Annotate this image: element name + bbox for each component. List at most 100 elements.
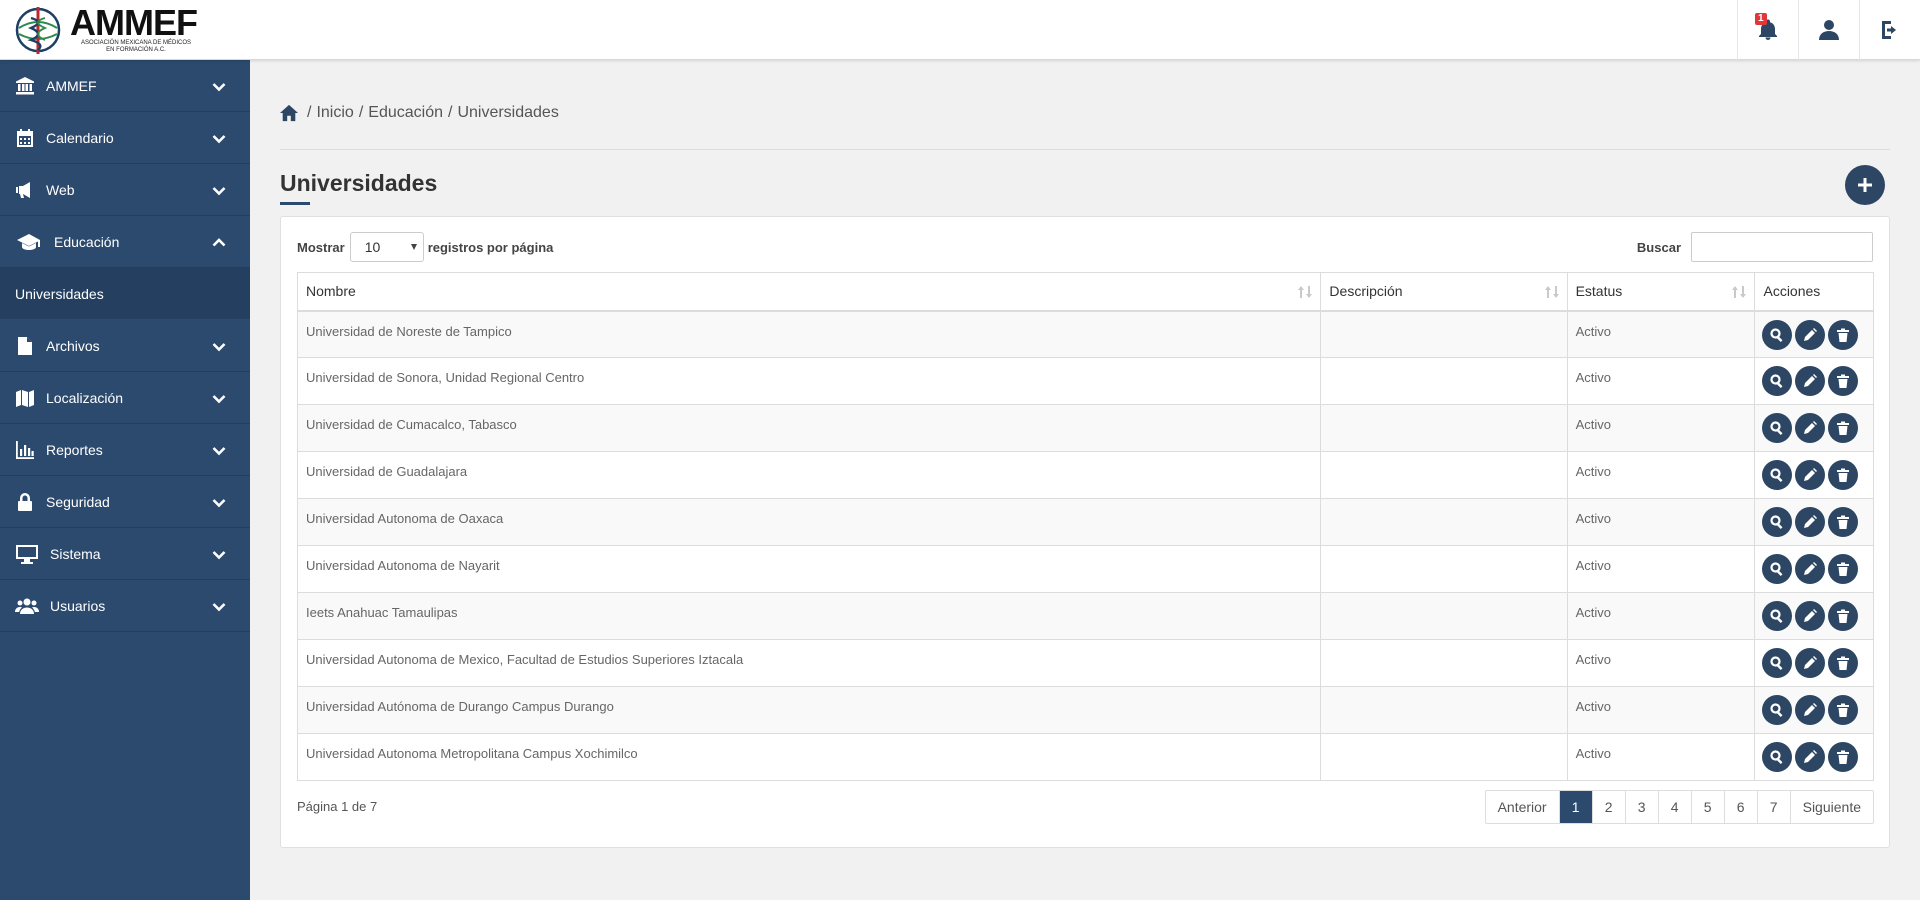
cell-estatus: Activo (1566, 404, 1756, 452)
view-button[interactable] (1762, 695, 1793, 725)
search-icon (1770, 609, 1783, 623)
profile-button[interactable] (1798, 0, 1859, 60)
cell-descripcion (1320, 404, 1568, 452)
delete-button[interactable] (1828, 319, 1859, 350)
page-size-select[interactable]: 10 (349, 232, 424, 262)
pagination-page-6[interactable]: 6 (1723, 791, 1757, 823)
file-icon (18, 336, 32, 355)
edit-button[interactable] (1795, 601, 1826, 631)
sort-icon (1298, 286, 1313, 298)
sidebar-item-educacion[interactable]: Educación (0, 216, 250, 268)
edit-button[interactable] (1795, 366, 1826, 396)
pagination-page-4[interactable]: 4 (1657, 791, 1691, 823)
pagination-page-7[interactable]: 7 (1756, 791, 1790, 823)
trash-icon (1837, 328, 1850, 342)
sidebar-item-ammef[interactable]: AMMEF (0, 60, 250, 112)
delete-button[interactable] (1828, 601, 1859, 631)
delete-button[interactable] (1828, 507, 1859, 537)
cell-estatus: Activo (1566, 733, 1756, 781)
sidebar-item-calendario[interactable]: Calendario (0, 112, 250, 164)
edit-button[interactable] (1795, 695, 1826, 725)
edit-button[interactable] (1795, 413, 1826, 443)
graduation-cap-icon (17, 233, 40, 250)
view-button[interactable] (1762, 601, 1793, 631)
home-icon[interactable] (280, 104, 298, 122)
table-row: Universidad Autonoma de Mexico, Facultad… (296, 639, 1874, 687)
sidebar-item-usuarios[interactable]: Usuarios (0, 580, 250, 632)
cell-estatus: Activo (1566, 357, 1756, 405)
edit-button[interactable] (1795, 507, 1826, 537)
edit-button[interactable] (1795, 460, 1826, 490)
pagination: Anterior 1 2 3 4 5 6 7 Siguiente (1484, 790, 1874, 824)
edit-button[interactable] (1795, 319, 1826, 350)
table-row: Universidad de Guadalajara Activo (296, 451, 1874, 499)
add-university-button[interactable] (1845, 165, 1885, 205)
sort-icon (1544, 286, 1559, 298)
view-button[interactable] (1762, 507, 1793, 537)
view-button[interactable] (1762, 554, 1793, 584)
caduceus-logo-icon (15, 7, 61, 54)
column-header-descripcion[interactable]: Descripción (1320, 272, 1568, 312)
pagination-page-3[interactable]: 3 (1624, 791, 1658, 823)
view-button[interactable] (1762, 648, 1793, 678)
pagination-next-button[interactable]: Siguiente (1789, 791, 1873, 823)
table-row: Ieets Anahuac Tamaulipas Activo (296, 592, 1874, 640)
pagination-page-1[interactable]: 1 (1558, 791, 1592, 823)
view-button[interactable] (1762, 460, 1793, 490)
view-button[interactable] (1762, 742, 1793, 772)
sidebar-item-label: AMMEF (46, 77, 97, 94)
pencil-icon (1804, 374, 1818, 387)
cell-nombre: Universidad Autonoma Metropolitana Campu… (296, 733, 1322, 781)
breadcrumb-universidades: Universidades (457, 104, 559, 121)
chevron-down-icon (212, 395, 226, 404)
view-button[interactable] (1762, 413, 1793, 443)
sidebar-item-sistema[interactable]: Sistema (0, 528, 250, 580)
edit-button[interactable] (1795, 554, 1826, 584)
pagination-info: Página 1 de 7 (297, 799, 378, 814)
edit-button[interactable] (1795, 742, 1826, 772)
view-button[interactable] (1762, 366, 1793, 396)
logout-button[interactable] (1859, 0, 1920, 60)
delete-button[interactable] (1828, 554, 1859, 584)
logo-title: AMMEF (70, 2, 198, 43)
column-header-estatus[interactable]: Estatus (1566, 272, 1756, 312)
trash-icon (1837, 656, 1850, 670)
sidebar-item-archivos[interactable]: Archivos (0, 320, 250, 372)
delete-button[interactable] (1828, 648, 1859, 678)
sidebar-subitem-universidades[interactable]: Universidades (0, 268, 250, 320)
delete-button[interactable] (1828, 366, 1859, 396)
cell-acciones (1754, 451, 1874, 499)
delete-button[interactable] (1828, 460, 1859, 490)
pencil-icon (1804, 609, 1818, 622)
pagination-prev-button[interactable]: Anterior (1486, 791, 1559, 823)
universities-table: Nombre Descripción Estatus Acciones Univ… (296, 272, 1874, 781)
notifications-button[interactable]: 1 (1737, 0, 1798, 60)
delete-button[interactable] (1828, 742, 1859, 772)
cell-acciones (1754, 733, 1874, 781)
cell-descripcion (1320, 592, 1568, 640)
search-input[interactable] (1691, 232, 1873, 262)
sidebar-item-reportes[interactable]: Reportes (0, 424, 250, 476)
pagination-page-2[interactable]: 2 (1591, 791, 1625, 823)
breadcrumb-inicio[interactable]: Inicio (316, 104, 353, 122)
breadcrumb-educacion[interactable]: Educación (368, 104, 443, 122)
trash-icon (1837, 703, 1850, 717)
column-header-nombre[interactable]: Nombre (296, 272, 1322, 312)
pencil-icon (1804, 703, 1818, 716)
map-icon (16, 389, 34, 407)
pencil-icon (1804, 327, 1818, 341)
cell-estatus: Activo (1566, 310, 1756, 358)
view-button[interactable] (1762, 319, 1793, 350)
logo[interactable]: AMMEF ASOCIACIÓN MEXICANA DE MÉDICOS EN … (14, 2, 198, 56)
pencil-icon (1804, 656, 1818, 669)
sidebar-item-web[interactable]: Web (0, 164, 250, 216)
edit-button[interactable] (1795, 648, 1826, 678)
sidebar-item-seguridad[interactable]: Seguridad (0, 476, 250, 528)
delete-button[interactable] (1828, 413, 1859, 443)
pagination-page-5[interactable]: 5 (1690, 791, 1724, 823)
delete-button[interactable] (1828, 695, 1859, 725)
chevron-down-icon (212, 343, 226, 352)
calendar-icon (17, 128, 33, 147)
sidebar-item-localizacion[interactable]: Localización (0, 372, 250, 424)
table-row: Universidad Autónoma de Durango Campus D… (296, 686, 1874, 734)
